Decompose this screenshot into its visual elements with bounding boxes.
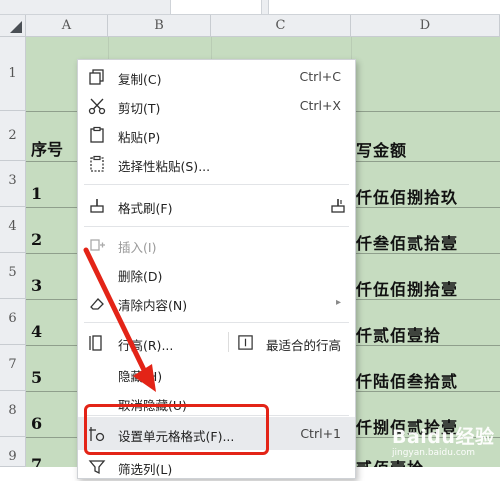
cell-d6[interactable]: 仟贰佰壹拾 (356, 322, 441, 346)
column-header-a[interactable]: A (26, 15, 108, 37)
row-header-6[interactable]: 6 (0, 299, 26, 345)
cell-d2[interactable]: 写金额 (356, 137, 407, 161)
best-fit-row-height-label[interactable]: 最适合的行高 (266, 335, 341, 354)
row-header-1[interactable]: 1 (0, 37, 26, 111)
eraser-icon (90, 298, 104, 310)
paste-special-icon (90, 155, 104, 172)
menu-item-delete[interactable]: 删除(D) (78, 259, 355, 288)
filter-icon (88, 460, 106, 475)
copy-icon (89, 69, 104, 85)
menu-item-label: 筛选列(L) (118, 462, 173, 477)
format-painter-pin-icon[interactable] (329, 197, 347, 215)
formula-bar[interactable] (268, 0, 500, 14)
menu-item-shortcut: Ctrl+1 (300, 426, 341, 441)
cell-d3[interactable]: 仟伍佰捌拾玖 (356, 184, 458, 208)
cell-d7[interactable]: 仟陆佰叁拾贰 (356, 368, 458, 392)
menu-item-paste-special[interactable]: 选择性粘贴(S)... (78, 149, 355, 178)
cell-a4[interactable]: 2 (31, 230, 42, 249)
menu-item-clear[interactable]: 清除内容(N) ▸ (78, 288, 355, 317)
column-header-b[interactable]: B (108, 15, 211, 37)
cell-a7[interactable]: 5 (31, 368, 42, 387)
menu-item-copy[interactable]: 复制(C) Ctrl+C (78, 62, 355, 91)
menu-item-label: 隐藏(H) (118, 369, 163, 384)
watermark-brand: Baidu经验 (392, 426, 495, 448)
menu-item-cut[interactable]: 剪切(T) Ctrl+X (78, 91, 355, 120)
row-header-7[interactable]: 7 (0, 345, 26, 391)
format-painter-icon (90, 199, 104, 213)
cell-a6[interactable]: 4 (31, 322, 42, 341)
scissors-icon (88, 98, 106, 115)
cell-d5[interactable]: 仟伍佰捌拾壹 (356, 276, 458, 300)
menu-item-shortcut: Ctrl+X (299, 98, 341, 113)
menu-item-hide[interactable]: 隐藏(H) (78, 359, 355, 388)
row-header-9[interactable]: 9 (0, 437, 26, 467)
menu-item-label: 清除内容(N) (118, 298, 188, 313)
row-header-2[interactable]: 2 (0, 111, 26, 161)
column-header-d[interactable]: D (351, 15, 500, 37)
cell-a3[interactable]: 1 (31, 184, 42, 203)
menu-item-label: 行高(R)... (118, 338, 174, 353)
menu-item-insert[interactable]: 插入(I) (78, 230, 355, 259)
menu-item-label: 插入(I) (118, 240, 157, 255)
watermark-site: jingyan.baidu.com (392, 448, 476, 458)
cell-d4[interactable]: 仟叁佰贰拾壹 (356, 230, 458, 254)
menu-item-format-painter[interactable]: 格式刷(F) (78, 191, 355, 220)
menu-item-shortcut: Ctrl+C (299, 69, 341, 84)
menu-item-label: 删除(D) (118, 269, 163, 284)
select-all-corner[interactable] (0, 15, 26, 37)
row-height-icon (89, 335, 102, 351)
cell-a2[interactable]: 序号 (31, 136, 63, 160)
best-fit-row-height-icon (238, 335, 253, 350)
submenu-arrow-icon: ▸ (335, 297, 341, 308)
insert-icon (90, 239, 105, 251)
row-header-5[interactable]: 5 (0, 253, 26, 299)
menu-item-label: 选择性粘贴(S)... (118, 159, 211, 174)
highlight-box (84, 404, 269, 455)
cell-a8[interactable]: 6 (31, 414, 42, 433)
name-box[interactable] (170, 0, 262, 14)
watermark: Baidu经验 jingyan.baidu.com (392, 422, 494, 458)
menu-item-label: 复制(C) (118, 72, 162, 87)
row-header-8[interactable]: 8 (0, 391, 26, 437)
menu-item-label: 格式刷(F) (118, 201, 173, 216)
row-header-4[interactable]: 4 (0, 207, 26, 253)
menu-item-paste[interactable]: 粘贴(P) (78, 120, 355, 149)
menu-item-label: 粘贴(P) (118, 130, 161, 145)
cell-a9[interactable]: 7 (31, 455, 42, 467)
row-header-3[interactable]: 3 (0, 161, 26, 207)
column-header-c[interactable]: C (211, 15, 351, 37)
menu-item-row-height[interactable]: 行高(R)... 最适合的行高 (78, 328, 355, 357)
paste-icon (90, 126, 104, 143)
menu-item-label: 剪切(T) (118, 101, 161, 116)
cell-a5[interactable]: 3 (31, 276, 42, 295)
toolbar-strip (0, 0, 500, 15)
